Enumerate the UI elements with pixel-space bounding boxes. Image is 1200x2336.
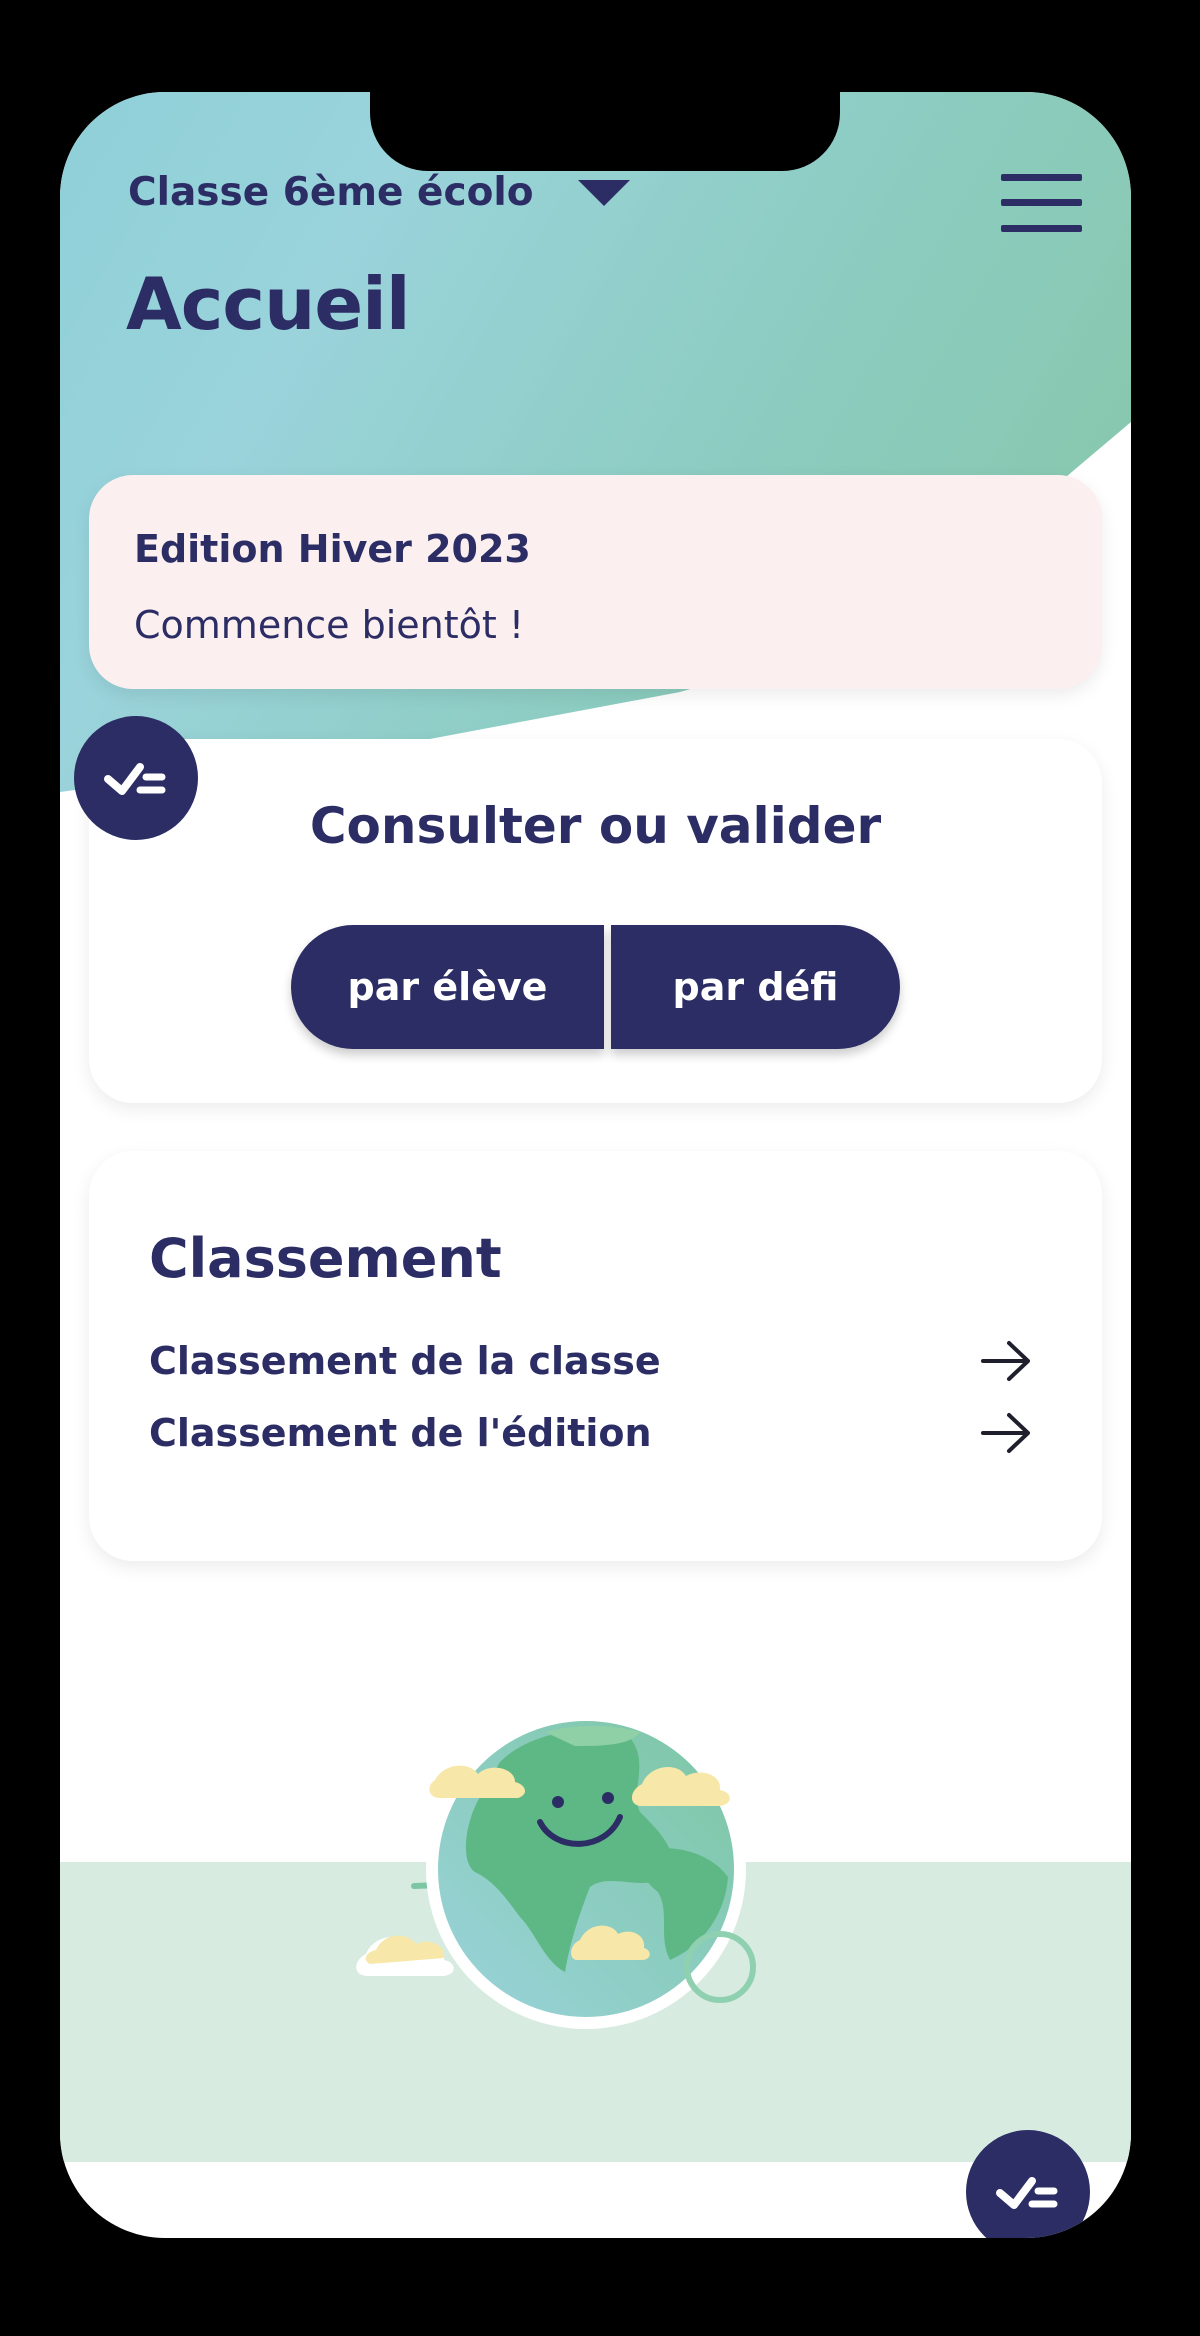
validate-title: Consulter ou valider: [309, 797, 882, 855]
by-student-button[interactable]: par élève: [291, 925, 604, 1049]
page-title: Accueil: [126, 262, 411, 346]
arrow-right-icon: [981, 1341, 1030, 1381]
phone-screen: Classe 6ème écolo Accueil Edition Hiver …: [60, 92, 1131, 2238]
ranking-link-class[interactable]: Classement de la classe: [149, 1331, 1032, 1391]
ranking-link-edition[interactable]: Classement de l'édition: [149, 1403, 1032, 1463]
check-list-icon: [996, 2177, 1058, 2209]
check-list-icon: [104, 763, 166, 795]
ranking-card: Classement Classement de la classe Class…: [89, 1151, 1102, 1561]
class-selector-label: Classe 6ème écolo: [128, 170, 534, 215]
validate-badge[interactable]: [74, 716, 198, 840]
hamburger-menu-icon[interactable]: [1001, 174, 1082, 232]
ranking-link-label: Classement de la classe: [149, 1339, 661, 1383]
ranking-link-label: Classement de l'édition: [149, 1411, 652, 1455]
edition-title: Edition Hiver 2023: [134, 527, 531, 571]
edition-status: Commence bientôt !: [134, 603, 525, 647]
caret-down-icon: [577, 179, 630, 206]
validate-card: Consulter ou valider par élève par défi: [89, 739, 1102, 1103]
arrow-right-icon: [981, 1413, 1030, 1453]
phone-notch: [370, 92, 840, 171]
class-selector[interactable]: Classe 6ème écolo: [128, 170, 630, 215]
smiling-earth-illustration: [356, 1709, 756, 2029]
ranking-title: Classement: [149, 1227, 502, 1290]
edition-card: Edition Hiver 2023 Commence bientôt !: [89, 475, 1102, 689]
by-challenge-button[interactable]: par défi: [611, 925, 900, 1049]
